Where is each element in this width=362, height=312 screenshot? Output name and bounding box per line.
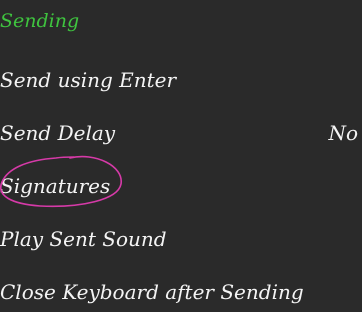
settings-screen: Sending Send using Enter Send Delay No S…	[0, 0, 362, 304]
setting-label: Close Keyboard after Sending	[0, 280, 304, 304]
setting-value: No	[328, 121, 358, 145]
section-header-sending: Sending	[0, 10, 80, 32]
setting-send-using-enter[interactable]: Send using Enter	[0, 60, 362, 100]
setting-label: Send using Enter	[0, 68, 177, 92]
setting-close-keyboard-after-sending[interactable]: Close Keyboard after Sending	[0, 272, 362, 312]
setting-label: Send Delay	[0, 121, 116, 145]
setting-label: Signatures	[0, 174, 111, 198]
setting-play-sent-sound[interactable]: Play Sent Sound	[0, 219, 362, 259]
setting-signatures[interactable]: Signatures	[0, 166, 362, 206]
setting-send-delay[interactable]: Send Delay No	[0, 113, 362, 153]
setting-label: Play Sent Sound	[0, 227, 167, 251]
